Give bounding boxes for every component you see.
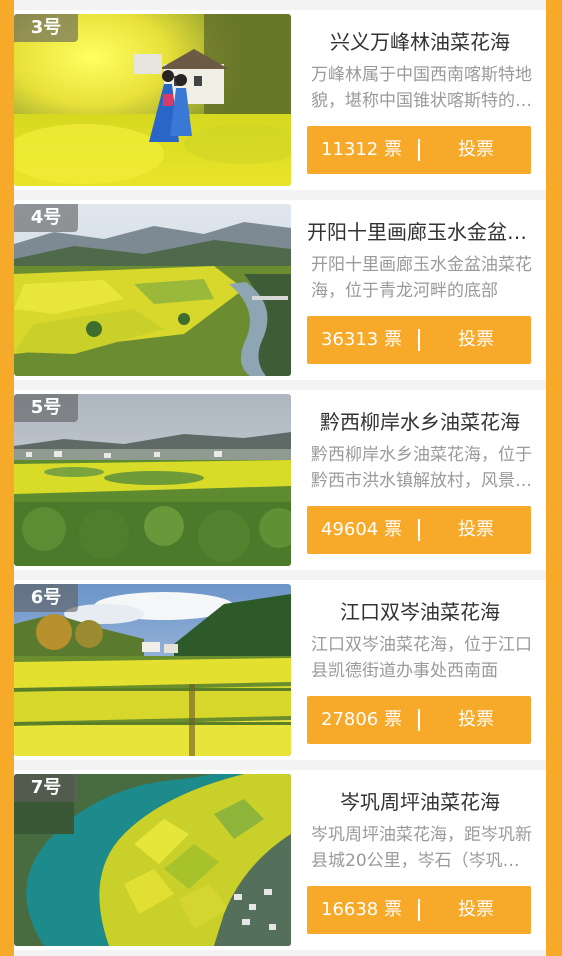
vote-bar[interactable]: 11312 票 投票 (307, 126, 531, 174)
entry-description: 万峰林属于中国西南喀斯特地貌，堪称中国锥状喀斯特的典型 (311, 65, 532, 111)
list-item[interactable]: 7号 岑巩周坪油菜花海 岑巩周坪油菜花海，距岑巩新县城20公里，岑石（岑巩至石阡… (14, 770, 546, 950)
entry-number-badge: 6号 (14, 584, 78, 612)
vote-button[interactable]: 投票 (421, 886, 531, 934)
entry-photo[interactable]: 4号 (14, 204, 291, 376)
entry-number-badge: 5号 (14, 394, 78, 422)
vote-bar[interactable]: 49604 票 投票 (307, 506, 531, 554)
vote-bar-divider (418, 519, 420, 541)
entry-photo[interactable]: 7号 (14, 774, 291, 946)
entry-number-badge: 7号 (14, 774, 78, 802)
vote-bar[interactable]: 16638 票 投票 (307, 886, 531, 934)
vote-count: 49604 票 (321, 519, 402, 540)
entry-title[interactable]: 江口双岑油菜花海 (307, 598, 533, 626)
vote-bar[interactable]: 36313 票 投票 (307, 316, 531, 364)
entry-info: 岑巩周坪油菜花海 岑巩周坪油菜花海，距岑巩新县城20公里，岑石（岑巩至石阡） 1… (307, 770, 533, 950)
vote-count: 16638 票 (321, 899, 402, 920)
entry-description: 开阳十里画廊玉水金盆油菜花海，位于青龙河畔的底部 (311, 255, 532, 301)
entry-info: 江口双岑油菜花海 江口双岑油菜花海，位于江口县凯德街道办事处西南面 27806 … (307, 580, 533, 760)
entry-info: 黔西柳岸水乡油菜花海 黔西柳岸水乡油菜花海，位于黔西市洪水镇解放村，风景秀丽 4… (307, 390, 533, 570)
vote-count: 36313 票 (321, 329, 402, 350)
entry-number-badge: 4号 (14, 204, 78, 232)
entry-photo[interactable]: 6号 (14, 584, 291, 756)
vote-bar-divider (418, 329, 420, 351)
vote-count: 27806 票 (321, 709, 402, 730)
vote-count: 11312 票 (321, 139, 402, 160)
list-item[interactable]: 3号 兴义万峰林油菜花海 万峰林属于中国西南喀斯特地貌，堪称中国锥状喀斯特的典型… (14, 10, 546, 190)
vote-button[interactable]: 投票 (421, 316, 531, 364)
entry-title[interactable]: 兴义万峰林油菜花海 (307, 28, 533, 56)
entry-title[interactable]: 开阳十里画廊玉水金盆油菜花海 (307, 218, 533, 246)
list-item[interactable]: 5号 黔西柳岸水乡油菜花海 黔西柳岸水乡油菜花海，位于黔西市洪水镇解放村，风景秀… (14, 390, 546, 570)
entry-info: 开阳十里画廊玉水金盆油菜花海 开阳十里画廊玉水金盆油菜花海，位于青龙河畔的底部 … (307, 200, 533, 380)
vote-bar-divider (418, 709, 420, 731)
vote-button[interactable]: 投票 (421, 506, 531, 554)
entry-description: 黔西柳岸水乡油菜花海，位于黔西市洪水镇解放村，风景秀丽 (311, 445, 532, 491)
vote-bar-divider (418, 139, 420, 161)
vote-button[interactable]: 投票 (421, 696, 531, 744)
vote-button[interactable]: 投票 (421, 126, 531, 174)
entry-title[interactable]: 岑巩周坪油菜花海 (307, 788, 533, 816)
entry-title[interactable]: 黔西柳岸水乡油菜花海 (307, 408, 533, 436)
list-item[interactable]: 6号 江口双岑油菜花海 江口双岑油菜花海，位于江口县凯德街道办事处西南面 278… (14, 580, 546, 760)
entry-description: 岑巩周坪油菜花海，距岑巩新县城20公里，岑石（岑巩至石阡） (311, 825, 532, 871)
vote-bar-divider (418, 899, 420, 921)
entry-number-badge: 3号 (14, 14, 78, 42)
vote-list: 3号 兴义万峰林油菜花海 万峰林属于中国西南喀斯特地貌，堪称中国锥状喀斯特的典型… (14, 0, 546, 956)
entry-info: 兴义万峰林油菜花海 万峰林属于中国西南喀斯特地貌，堪称中国锥状喀斯特的典型 11… (307, 10, 533, 190)
vote-bar[interactable]: 27806 票 投票 (307, 696, 531, 744)
list-item[interactable]: 4号 开阳十里画廊玉水金盆油菜花海 开阳十里画廊玉水金盆油菜花海，位于青龙河畔的… (14, 200, 546, 380)
entry-photo[interactable]: 3号 (14, 14, 291, 186)
entry-description: 江口双岑油菜花海，位于江口县凯德街道办事处西南面 (311, 635, 532, 681)
entry-photo[interactable]: 5号 (14, 394, 291, 566)
